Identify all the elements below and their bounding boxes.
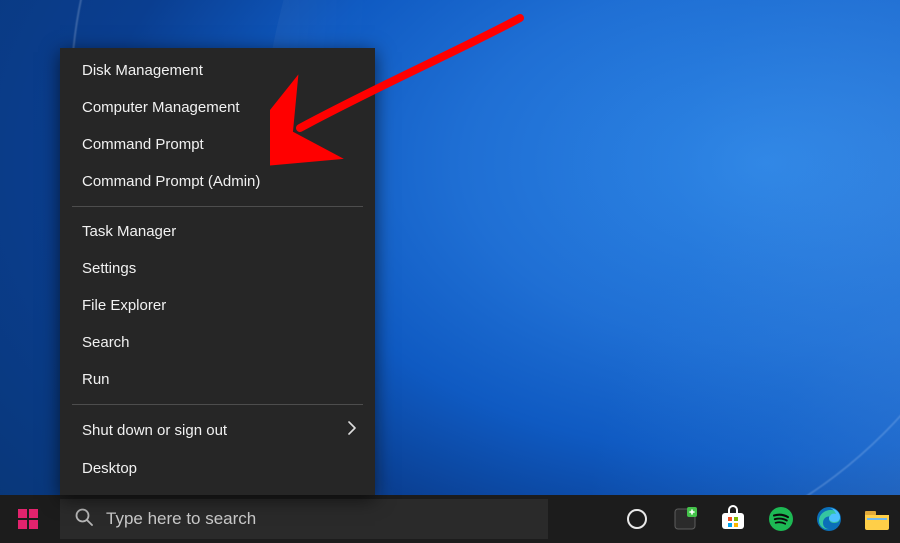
menu-item-label: Shut down or sign out <box>82 422 227 439</box>
search-placeholder: Type here to search <box>106 509 256 529</box>
taskbar: Type here to search <box>0 495 900 543</box>
menu-item-desktop[interactable]: Desktop <box>60 450 375 487</box>
spotify-icon[interactable] <box>764 502 798 536</box>
menu-item-label: Command Prompt (Admin) <box>82 173 260 190</box>
menu-item-label: Settings <box>82 260 136 277</box>
menu-item-label: Disk Management <box>82 62 203 79</box>
start-button[interactable] <box>0 495 56 543</box>
cortana-icon[interactable] <box>620 502 654 536</box>
search-icon <box>74 507 94 532</box>
menu-item-command-prompt[interactable]: Command Prompt <box>60 126 375 163</box>
microsoft-store-icon[interactable] <box>716 502 750 536</box>
menu-item-label: Command Prompt <box>82 136 204 153</box>
windows-logo-icon <box>18 509 38 529</box>
menu-item-command-prompt-admin[interactable]: Command Prompt (Admin) <box>60 163 375 200</box>
menu-item-task-manager[interactable]: Task Manager <box>60 213 375 250</box>
menu-item-label: Computer Management <box>82 99 240 116</box>
xbox-icon[interactable] <box>668 502 702 536</box>
menu-item-label: Task Manager <box>82 223 176 240</box>
edge-icon[interactable] <box>812 502 846 536</box>
menu-item-label: Desktop <box>82 460 137 477</box>
menu-item-disk-management[interactable]: Disk Management <box>60 52 375 89</box>
menu-item-computer-management[interactable]: Computer Management <box>60 89 375 126</box>
menu-item-search[interactable]: Search <box>60 324 375 361</box>
menu-separator <box>72 206 363 207</box>
menu-item-file-explorer[interactable]: File Explorer <box>60 287 375 324</box>
taskbar-pinned-icons <box>620 502 900 536</box>
file-explorer-icon[interactable] <box>860 502 894 536</box>
menu-separator <box>72 404 363 405</box>
desktop-wallpaper: Disk Management Computer Management Comm… <box>0 0 900 543</box>
menu-item-label: File Explorer <box>82 297 166 314</box>
menu-item-run[interactable]: Run <box>60 361 375 398</box>
taskbar-search[interactable]: Type here to search <box>60 499 548 539</box>
menu-item-settings[interactable]: Settings <box>60 250 375 287</box>
chevron-right-icon <box>347 421 357 440</box>
menu-item-label: Run <box>82 371 110 388</box>
menu-item-label: Search <box>82 334 130 351</box>
winx-context-menu: Disk Management Computer Management Comm… <box>60 48 375 495</box>
menu-item-shut-down-sign-out[interactable]: Shut down or sign out <box>60 411 375 450</box>
